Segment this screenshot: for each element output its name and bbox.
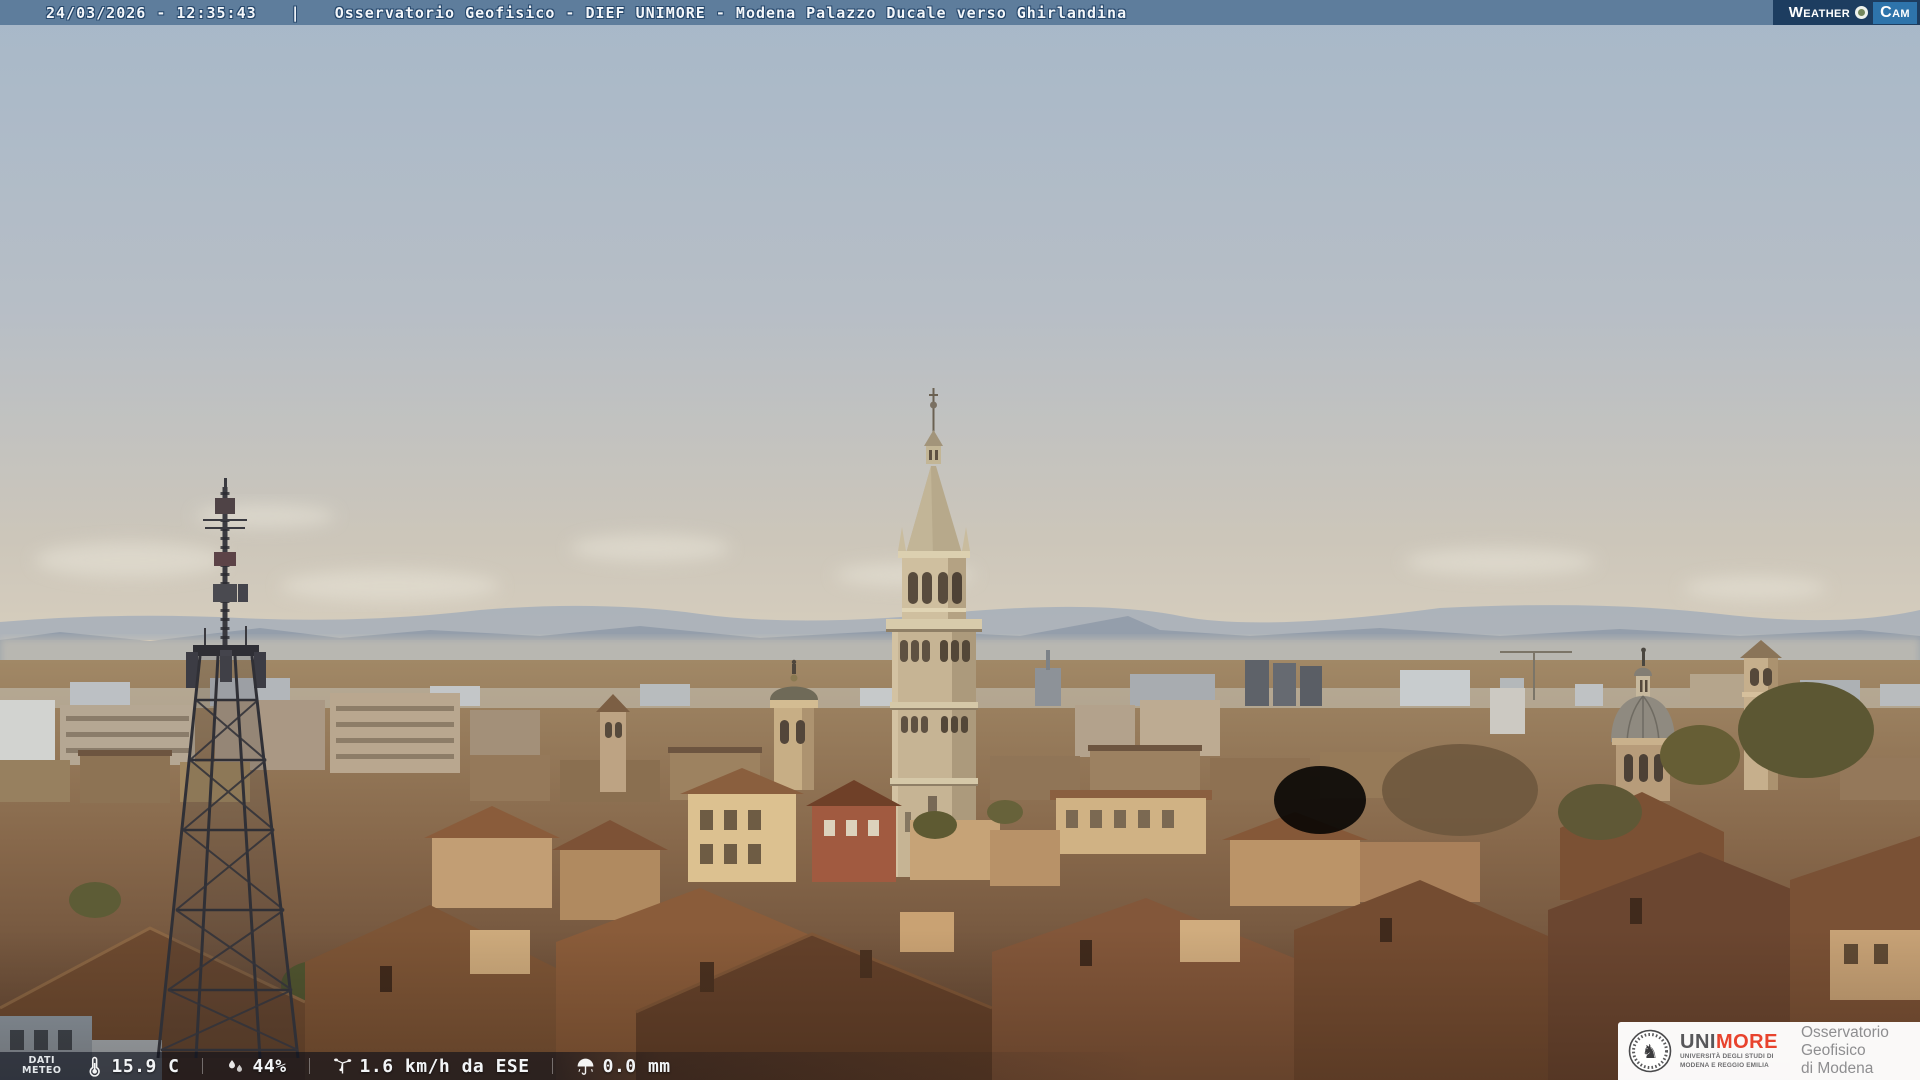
rain-value: 0.0 mm (602, 1055, 671, 1077)
weatherbar-divider (551, 1058, 553, 1074)
weathercam-weather-label: Weather (1788, 4, 1851, 21)
dati-meteo-label: DATI METEO (22, 1054, 62, 1076)
wind-reading: 1.6 km/h da ESE (332, 1056, 530, 1077)
thermometer-icon (89, 1056, 100, 1077)
weatherbar-divider (201, 1058, 203, 1074)
weathercam-cam-label: Cam (1873, 1, 1917, 24)
small-campanile (596, 694, 630, 792)
datetime-label: 24/03/2026 - 12:35:43 (46, 3, 257, 22)
rain-umbrella-icon (577, 1058, 593, 1075)
humidity-reading: 44% (225, 1056, 287, 1077)
weatherbar-divider (308, 1058, 310, 1074)
temperature-value: 15.9 C (111, 1055, 180, 1077)
humidity-value: 44% (252, 1055, 287, 1077)
top-status-bar: 24/03/2026 - 12:35:43 | Osservatorio Geo… (0, 0, 1920, 25)
svg-text:♞: ♞ (1641, 1041, 1658, 1063)
temperature-reading: 15.9 C (84, 1056, 180, 1077)
webcam-page: 24/03/2026 - 12:35:43 | Osservatorio Geo… (0, 0, 1920, 1080)
wind-value: 1.6 km/h da ESE (359, 1055, 530, 1077)
unimore-logo-panel[interactable]: ♞ UNIMORE UNIVERSITÀ DEGLI STUDI DI MODE… (1618, 1022, 1920, 1080)
unimore-equestrian-seal-icon: ♞ (1628, 1029, 1672, 1073)
humidity-drops-icon (228, 1059, 242, 1072)
unimore-wordmark: UNIMORE (1680, 1031, 1778, 1053)
topbar-separator: | (290, 3, 301, 22)
observatory-name-line2: di Modena (1801, 1060, 1874, 1078)
university-name-line2: MODENA E REGGIO EMILIA (1680, 1062, 1769, 1069)
rain-reading: 0.0 mm (575, 1056, 671, 1077)
university-name-line1: UNIVERSITÀ DEGLI STUDI DI (1680, 1053, 1774, 1060)
observatory-name-line1: Osservatorio Geofisico (1801, 1023, 1889, 1059)
camera-lens-dot-icon (1855, 6, 1869, 19)
unimore-wordmark-block: UNIMORE UNIVERSITÀ DEGLI STUDI DI MODENA… (1680, 1032, 1792, 1070)
webcam-title: Osservatorio Geofisico - DIEF UNIMORE - … (334, 3, 1128, 22)
anemometer-icon (333, 1057, 351, 1073)
observatory-name: Osservatorio Geofisico di Modena (1801, 1024, 1920, 1079)
webcam-photo (0, 0, 1920, 1080)
weathercam-logo[interactable]: Weather Cam (1772, 0, 1920, 25)
